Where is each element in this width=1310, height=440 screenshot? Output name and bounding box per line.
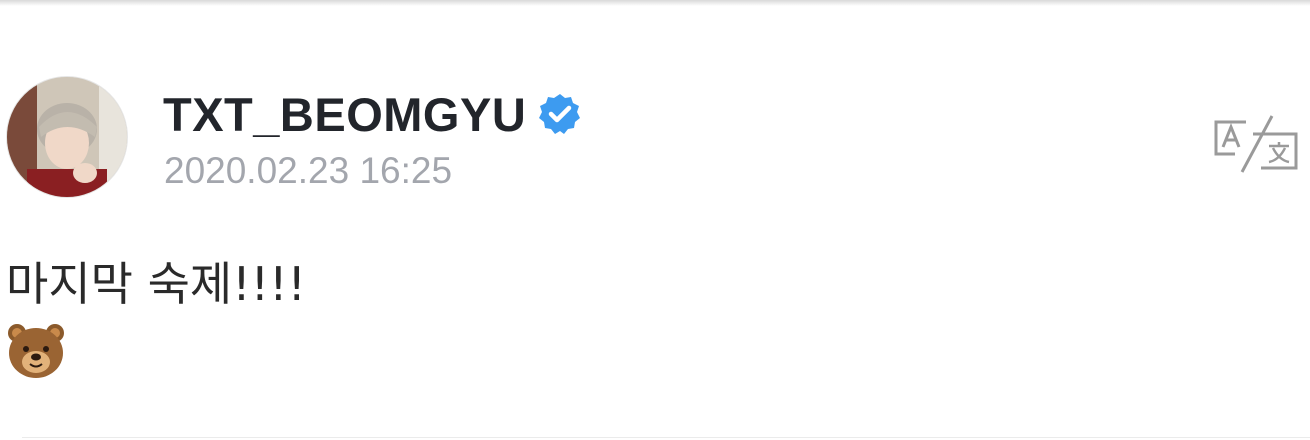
avatar[interactable] [6,76,128,198]
username[interactable]: TXT_BEOMGYU [163,87,526,142]
post-text: 마지막 숙제!!!! [6,257,306,311]
avatar-photo [7,77,127,197]
translate-icon[interactable] [1213,114,1299,174]
post-timestamp: 2020.02.23 16:25 [164,150,453,191]
username-row: TXT_BEOMGYU [163,86,582,142]
bear-face-icon [6,322,66,380]
post-card: TXT_BEOMGYU 2020.02.23 16:25 마지막 숙제!!!! [0,0,1310,440]
verified-badge-icon [538,92,582,136]
divider [22,437,1310,438]
